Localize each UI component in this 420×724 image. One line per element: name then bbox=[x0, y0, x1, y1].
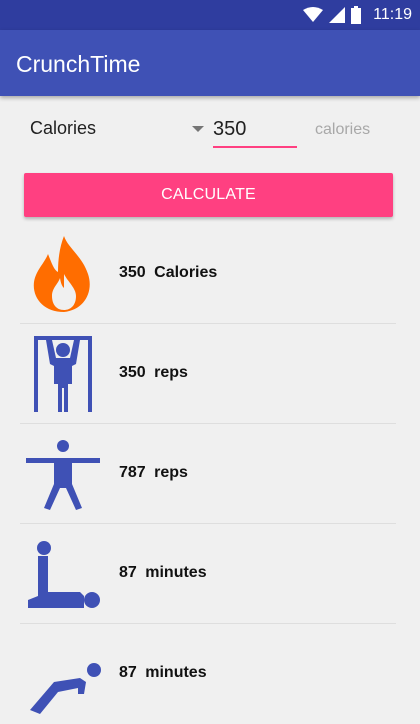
fire-icon bbox=[33, 236, 90, 312]
pullup-icon bbox=[34, 336, 92, 412]
signal-icon bbox=[329, 7, 346, 23]
result-text: 350 reps bbox=[119, 364, 188, 382]
result-value: 87 bbox=[119, 564, 137, 581]
result-row: 787 reps bbox=[0, 424, 420, 524]
exercise-spinner[interactable]: Calories bbox=[30, 118, 210, 144]
result-value: 787 bbox=[119, 464, 146, 481]
unit-label: calories bbox=[315, 121, 371, 138]
app-title: CrunchTime bbox=[16, 51, 141, 77]
status-time: 11:19 bbox=[373, 6, 412, 23]
result-text: 87 minutes bbox=[119, 664, 207, 682]
result-unit: minutes bbox=[145, 664, 207, 681]
battery-icon bbox=[351, 6, 362, 24]
result-text: 87 minutes bbox=[119, 564, 207, 582]
result-unit: Calories bbox=[154, 264, 218, 281]
pushup-icon bbox=[30, 663, 101, 714]
status-bar: 11:19 bbox=[0, 0, 420, 30]
result-unit: reps bbox=[154, 464, 188, 481]
wifi-icon bbox=[303, 7, 324, 22]
situp-icon bbox=[28, 541, 100, 608]
result-unit: reps bbox=[154, 364, 188, 381]
result-text: 787 reps bbox=[119, 464, 188, 482]
spinner-selected-value: Calories bbox=[30, 118, 97, 138]
status-icons: 11:19 bbox=[303, 4, 412, 26]
result-row: 87 minutes bbox=[0, 624, 420, 724]
result-row: 350 reps bbox=[0, 324, 420, 424]
result-text: 350 Calories bbox=[119, 264, 217, 282]
jumping-jack-icon bbox=[26, 440, 100, 510]
result-value: 87 bbox=[119, 664, 137, 681]
result-value: 350 bbox=[119, 264, 146, 281]
results-list: 350 Calories 350 reps 787 reps 87 minute… bbox=[0, 224, 420, 724]
calculate-button[interactable]: CALCULATE bbox=[24, 173, 393, 217]
app-bar: CrunchTime bbox=[0, 30, 420, 96]
result-value: 350 bbox=[119, 364, 146, 381]
dropdown-arrow-icon bbox=[192, 126, 204, 132]
result-row: 350 Calories bbox=[0, 224, 420, 324]
input-form: Calories calories bbox=[0, 96, 420, 168]
result-unit: minutes bbox=[145, 564, 207, 581]
amount-input[interactable] bbox=[213, 114, 297, 148]
result-row: 87 minutes bbox=[0, 524, 420, 624]
